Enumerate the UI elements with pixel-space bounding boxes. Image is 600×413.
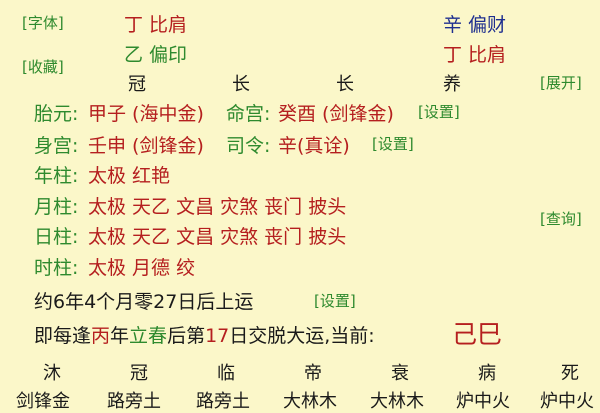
set-button-1[interactable]: [设置]: [418, 101, 460, 122]
bottom-stage-7: 死: [561, 363, 579, 384]
pillar-value-hour: 太极 月德 绞: [88, 257, 196, 279]
luck-start-text: 约6年4个月零27日后上运: [34, 291, 254, 313]
pillar-label-month: 月柱:: [34, 196, 79, 218]
bottom-nayin-1: 剑锋金: [16, 391, 70, 412]
bottom-stage-2: 冠: [130, 363, 148, 384]
taiyuan-value: 甲子 (海中金): [88, 103, 204, 125]
luck-day-num: 17: [205, 325, 230, 347]
font-button[interactable]: [字体]: [22, 12, 64, 33]
taiyuan-label: 胎元:: [34, 103, 79, 125]
pillar-label-hour: 时柱:: [34, 257, 79, 279]
set-button-2[interactable]: [设置]: [372, 133, 414, 154]
bottom-stage-6: 病: [478, 363, 496, 384]
minggong-label: 命宫:: [226, 103, 271, 125]
bottom-stage-1: 沐: [43, 363, 61, 384]
luck-middle: 后第: [167, 325, 206, 347]
bottom-nayin-3: 路旁土: [196, 391, 250, 412]
pillar-value-month: 太极 天乙 文昌 灾煞 丧门 披头: [88, 196, 347, 218]
luck-suffix: 日交脱大运,当前:: [229, 325, 375, 347]
pillar-value-day: 太极 天乙 文昌 灾煞 丧门 披头: [88, 226, 347, 248]
siling-label: 司令:: [226, 135, 271, 157]
siling-value: 辛(真诠): [278, 135, 350, 157]
ten-god-4: 丁 比肩: [443, 44, 507, 66]
ten-god-3: 辛 偏财: [443, 14, 507, 36]
ten-god-2: 乙 偏印: [124, 44, 188, 66]
luck-year-word: 年: [110, 325, 130, 347]
bottom-stage-4: 帝: [304, 363, 322, 384]
collect-button[interactable]: [收藏]: [22, 56, 64, 77]
minggong-value: 癸酉 (剑锋金): [278, 103, 394, 125]
shengong-value: 壬申 (剑锋金): [88, 135, 204, 157]
ten-god-1: 丁 比肩: [124, 14, 188, 36]
stage-1: 冠: [128, 74, 146, 95]
bottom-nayin-2: 路旁土: [107, 391, 161, 412]
bottom-nayin-6: 炉中火: [456, 391, 510, 412]
set-button-3[interactable]: [设置]: [314, 290, 356, 311]
stage-2: 长: [232, 74, 250, 95]
current-luck: 己巳: [452, 320, 503, 349]
bottom-nayin-4: 大林木: [283, 391, 337, 412]
luck-prefix: 即每逢: [34, 325, 92, 347]
pillar-label-year: 年柱:: [34, 165, 79, 187]
bottom-nayin-5: 大林木: [370, 391, 424, 412]
bottom-stage-5: 衰: [391, 363, 409, 384]
shengong-label: 身宫:: [34, 135, 79, 157]
bottom-nayin-7: 炉中火: [540, 391, 594, 412]
luck-solar-term: 立春: [129, 325, 168, 347]
query-button[interactable]: [查询]: [540, 208, 582, 229]
luck-year-stem: 丙: [91, 325, 111, 347]
pillar-value-year: 太极 红艳: [88, 165, 171, 187]
stage-4: 养: [443, 74, 461, 95]
stage-3: 长: [336, 74, 354, 95]
luck-line: 即每逢丙年立春后第17日交脱大运,当前:: [34, 321, 375, 348]
bottom-stage-3: 临: [217, 363, 235, 384]
pillar-label-day: 日柱:: [34, 226, 79, 248]
expand-button[interactable]: [展开]: [540, 72, 582, 93]
